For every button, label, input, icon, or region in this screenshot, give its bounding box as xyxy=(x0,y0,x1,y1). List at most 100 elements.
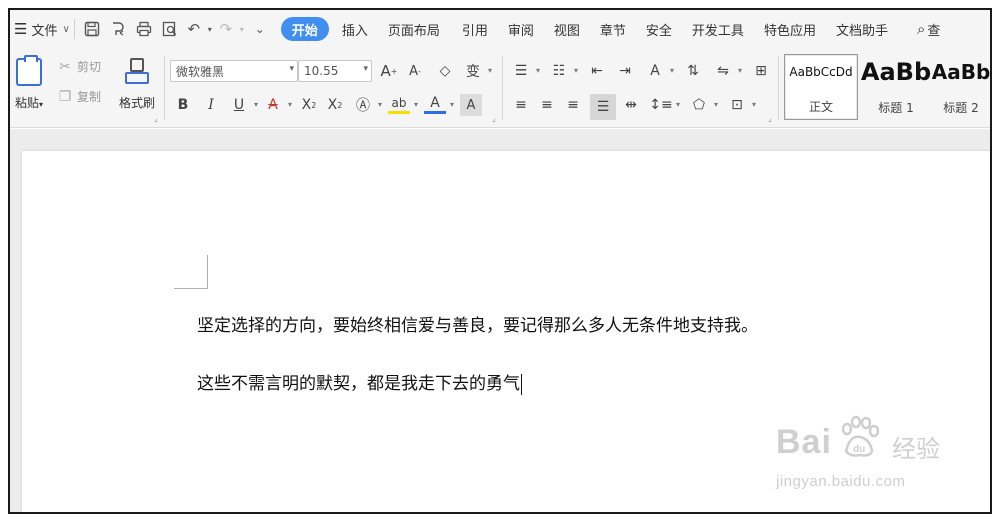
style-sample: AaBbCcDd xyxy=(789,65,853,79)
increase-font-icon[interactable]: A + xyxy=(378,60,400,82)
underline-icon[interactable]: U ▾ xyxy=(228,94,258,116)
ribbon: 粘贴▾ ✂ 剪切 ❐ 复制 格式刷 ⌟ 微软雅黑 ▾ 10.55 ▾ A + A-… xyxy=(10,48,990,128)
menu-bar: ☰ 文件 ∨ ↶ ▾ ↷ ▾ ⌄ 开始 插入 页面布局 引用 审阅 视图 章节 … xyxy=(10,10,990,48)
tab-doc-assistant[interactable]: 文档助手 xyxy=(827,17,897,41)
tab-page-layout[interactable]: 页面布局 xyxy=(377,17,451,41)
hamburger-icon: ☰ xyxy=(14,20,28,38)
margin-marker xyxy=(174,255,208,289)
copy-button[interactable]: ❐ 复制 xyxy=(56,88,101,105)
paint-brush-icon xyxy=(125,58,149,86)
customize-toolbar-icon[interactable]: ⌄ xyxy=(247,17,273,41)
text-effect-icon[interactable]: Ⓐ ▾ xyxy=(352,94,382,116)
chevron-down-icon[interactable]: ▾ xyxy=(205,17,215,41)
paste-button[interactable]: 粘贴▾ xyxy=(10,55,48,116)
style-normal[interactable]: AaBbCcDd 正文 xyxy=(784,54,858,120)
phonetic-guide-icon[interactable]: 变 ▾ xyxy=(462,60,492,82)
strikethrough-icon[interactable]: A ▾ xyxy=(262,94,292,116)
decrease-font-icon[interactable]: A- xyxy=(404,60,426,82)
search-label: 查 xyxy=(927,23,941,39)
tab-home[interactable]: 开始 xyxy=(280,17,329,41)
distributed-align-icon[interactable]: ⇹ xyxy=(620,94,642,116)
italic-icon[interactable]: I xyxy=(200,94,222,116)
document-canvas: 坚定选择的方向，要始终相信爱与善良，要记得那么多人无条件地支持我。 这些不需言明… xyxy=(10,129,990,512)
watermark-brand: Bai xyxy=(776,423,832,461)
file-menu-label: 文件 xyxy=(31,23,58,39)
svg-text:du: du xyxy=(853,444,865,455)
eraser-icon[interactable]: ◇ xyxy=(434,60,456,82)
increase-indent-icon[interactable]: ⇥ xyxy=(614,60,636,82)
dialog-launcher-icon[interactable]: ⌟ xyxy=(768,114,772,123)
format-painter-label: 格式刷 xyxy=(118,96,155,110)
output-icon[interactable] xyxy=(105,17,131,41)
watermark-url: jingyan.baidu.com xyxy=(776,473,906,490)
dialog-launcher-icon[interactable]: ⌟ xyxy=(492,114,496,123)
divider xyxy=(164,56,165,120)
style-heading-1[interactable]: AaBb 标题 1 xyxy=(860,54,932,120)
paste-label: 粘贴 xyxy=(14,96,39,110)
paragraph-text: 这些不需言明的默契，都是我走下去的勇气 xyxy=(197,374,520,394)
tab-references[interactable]: 引用 xyxy=(451,17,499,41)
search-button[interactable]: ⌕ 查 xyxy=(897,17,949,41)
justify-icon[interactable]: ☰ xyxy=(590,94,616,120)
font-size-select[interactable]: 10.55 ▾ xyxy=(298,60,372,82)
chinese-layout-icon[interactable]: A ▾ xyxy=(644,60,674,82)
align-right-icon[interactable]: ≡ xyxy=(562,94,584,116)
undo-icon[interactable]: ↶ xyxy=(183,17,205,41)
bold-icon[interactable]: B xyxy=(172,94,194,116)
show-marks-icon[interactable]: ⇋ ▾ xyxy=(712,60,742,82)
decrease-indent-icon[interactable]: ⇤ xyxy=(586,60,608,82)
clipboard-icon xyxy=(16,55,42,86)
print-preview-icon[interactable] xyxy=(157,17,183,41)
paw-icon: du xyxy=(841,415,880,457)
tab-special-apps[interactable]: 特色应用 xyxy=(753,17,827,41)
dialog-launcher-icon[interactable]: ⌟ xyxy=(154,114,158,123)
superscript-icon[interactable]: X2 xyxy=(298,94,320,116)
font-size-value: 10.55 xyxy=(304,64,339,78)
font-name-select[interactable]: 微软雅黑 ▾ xyxy=(170,60,298,82)
watermark-brand-cn: 经验 xyxy=(892,435,940,463)
tab-developer[interactable]: 开发工具 xyxy=(683,17,753,41)
cut-button[interactable]: ✂ 剪切 xyxy=(56,58,101,75)
document-page[interactable]: 坚定选择的方向，要始终相信爱与善良，要记得那么多人无条件地支持我。 这些不需言明… xyxy=(22,151,990,512)
tab-review[interactable]: 审阅 xyxy=(499,17,543,41)
chevron-down-icon: ▾ xyxy=(39,100,44,109)
cut-label: 剪切 xyxy=(77,60,102,74)
borders-icon[interactable]: ⊡ ▾ xyxy=(726,94,756,116)
tab-security[interactable]: 安全 xyxy=(635,17,683,41)
align-left-icon[interactable]: ≡ xyxy=(510,94,532,116)
table-border-icon[interactable]: ⊞ xyxy=(750,60,772,82)
tab-chapter[interactable]: 章节 xyxy=(591,17,635,41)
paragraph[interactable]: 这些不需言明的默契，都是我走下去的勇气 xyxy=(197,369,522,395)
character-shading-icon[interactable]: A xyxy=(460,94,482,116)
subscript-icon[interactable]: X2 xyxy=(324,94,346,116)
style-heading-2[interactable]: AaBb 标题 2 xyxy=(932,54,990,120)
chevron-down-icon[interactable]: ▾ xyxy=(237,17,247,41)
line-spacing-icon[interactable]: ↕≡ ▾ xyxy=(649,94,680,116)
chevron-down-icon: ▾ xyxy=(363,64,368,74)
bullet-list-icon[interactable]: ☰ ▾ xyxy=(510,60,540,82)
scissors-icon: ✂ xyxy=(59,58,71,75)
file-menu[interactable]: ☰ 文件 ∨ xyxy=(10,20,70,39)
shading-icon[interactable]: ⬠ ▾ xyxy=(688,94,718,116)
style-gallery: AaBbCcDd 正文 AaBb 标题 1 AaBb 标题 2 xyxy=(784,52,990,124)
print-icon[interactable] xyxy=(131,17,157,41)
copy-label: 复制 xyxy=(77,90,102,104)
numbered-list-icon[interactable]: ☷ ▾ xyxy=(548,60,578,82)
divider xyxy=(73,19,75,39)
copy-icon: ❐ xyxy=(58,88,72,105)
format-painter-button[interactable]: 格式刷 xyxy=(114,56,160,116)
redo-icon[interactable]: ↷ xyxy=(215,17,237,41)
tab-view[interactable]: 视图 xyxy=(543,17,591,41)
paragraph[interactable]: 坚定选择的方向，要始终相信爱与善良，要记得那么多人无条件地支持我。 xyxy=(197,311,758,336)
tab-insert[interactable]: 插入 xyxy=(333,17,377,41)
font-color-icon[interactable]: A ▾ xyxy=(424,94,454,114)
save-icon[interactable] xyxy=(79,17,105,41)
divider xyxy=(502,56,503,120)
align-center-icon[interactable]: ≡ xyxy=(536,94,558,116)
highlight-icon[interactable]: ab ▾ xyxy=(388,94,418,114)
sort-icon[interactable]: ⇅ xyxy=(682,60,704,82)
style-name: 标题 1 xyxy=(878,101,914,115)
style-name: 标题 2 xyxy=(943,101,979,115)
window: ☰ 文件 ∨ ↶ ▾ ↷ ▾ ⌄ 开始 插入 页面布局 引用 审阅 视图 章节 … xyxy=(8,8,992,514)
watermark: Bai du 经验 jingyan.baidu.com xyxy=(772,415,972,505)
